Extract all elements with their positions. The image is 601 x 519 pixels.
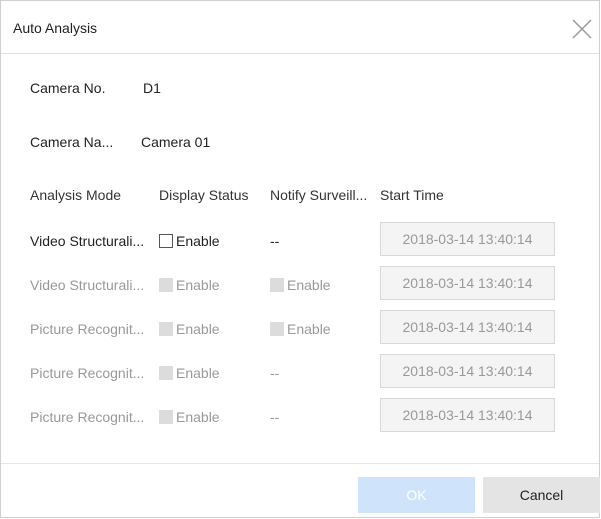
analysis-mode-label: Video Structurali...	[30, 233, 145, 249]
checkbox-label: Enable	[287, 321, 331, 337]
start-time-field[interactable]: 2018-03-14 13:40:14	[380, 354, 555, 388]
notify-surveillance-value: --	[270, 409, 280, 425]
display-status-checkbox[interactable]: Enable	[159, 233, 220, 249]
start-time-field[interactable]: 2018-03-14 13:40:14	[380, 266, 555, 300]
display-status-checkbox[interactable]: Enable	[159, 365, 220, 381]
column-header-notify-surveillance: Notify Surveill...	[270, 187, 368, 203]
start-time-field[interactable]: 2018-03-14 13:40:14	[380, 310, 555, 344]
checkbox-box[interactable]	[159, 322, 173, 336]
checkbox-box[interactable]	[270, 278, 284, 292]
auto-analysis-dialog: Auto Analysis Camera No. D1 Camera Na...…	[0, 0, 600, 518]
notify-surveillance-checkbox[interactable]: Enable	[270, 321, 331, 337]
checkbox-label: Enable	[287, 277, 331, 293]
notify-surveillance-checkbox[interactable]: Enable	[270, 277, 331, 293]
notify-surveillance-value: --	[270, 233, 280, 249]
checkbox-label: Enable	[176, 409, 220, 425]
table-row: Picture Recognit... Enable -- 2018-03-14…	[1, 398, 599, 438]
cancel-button[interactable]: Cancel	[483, 477, 600, 513]
camera-no-value: D1	[143, 80, 161, 96]
table-row: Picture Recognit... Enable -- 2018-03-14…	[1, 354, 599, 394]
column-header-analysis-mode: Analysis Mode	[30, 187, 122, 203]
checkbox-label: Enable	[176, 277, 220, 293]
checkbox-box[interactable]	[159, 366, 173, 380]
display-status-checkbox[interactable]: Enable	[159, 321, 220, 337]
analysis-mode-label: Picture Recognit...	[30, 409, 145, 425]
column-header-display-status: Display Status	[159, 187, 249, 203]
display-status-checkbox[interactable]: Enable	[159, 409, 220, 425]
checkbox-box[interactable]	[159, 410, 173, 424]
start-time-field[interactable]: 2018-03-14 13:40:14	[380, 398, 555, 432]
notify-surveillance-value: --	[270, 365, 280, 381]
footer-divider	[1, 463, 599, 464]
display-status-checkbox[interactable]: Enable	[159, 277, 220, 293]
table-row: Picture Recognit... Enable Enable 2018-0…	[1, 310, 599, 350]
camera-name-label: Camera Na...	[30, 134, 114, 150]
column-header-start-time: Start Time	[380, 187, 444, 203]
analysis-mode-label: Picture Recognit...	[30, 365, 145, 381]
dialog-titlebar: Auto Analysis	[1, 1, 599, 54]
table-row: Video Structurali... Enable Enable 2018-…	[1, 266, 599, 306]
checkbox-box[interactable]	[159, 234, 173, 248]
dialog-title: Auto Analysis	[13, 20, 98, 36]
analysis-mode-label: Picture Recognit...	[30, 321, 145, 337]
checkbox-box[interactable]	[270, 322, 284, 336]
checkbox-label: Enable	[176, 233, 220, 249]
table-row: Video Structurali... Enable -- 2018-03-1…	[1, 222, 599, 262]
start-time-field[interactable]: 2018-03-14 13:40:14	[380, 222, 555, 256]
close-icon[interactable]	[571, 18, 593, 40]
camera-no-label: Camera No.	[30, 80, 106, 96]
ok-button[interactable]: OK	[358, 477, 475, 513]
checkbox-label: Enable	[176, 365, 220, 381]
analysis-mode-label: Video Structurali...	[30, 277, 145, 293]
checkbox-label: Enable	[176, 321, 220, 337]
camera-name-value: Camera 01	[141, 134, 211, 150]
checkbox-box[interactable]	[159, 278, 173, 292]
